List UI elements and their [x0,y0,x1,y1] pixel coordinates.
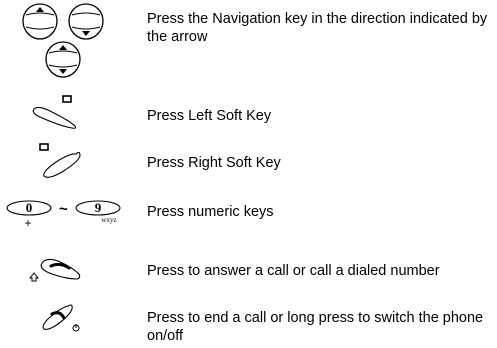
key-0-sub: + [24,216,31,230]
legend-text-end-key: Press to end a call or long press to swi… [147,310,484,344]
key-9-icon: 9 wxyz [75,200,121,224]
legend-text-send-key: Press to answer a call or call a dialed … [147,263,440,279]
legend-row-numeric-keys: 0 + ~ 9 wxyz Press numeric keys [0,196,497,236]
legend-row-left-soft-key: Press Left Soft Key [0,95,497,135]
key-9-sub: wxyz [101,216,116,224]
legend-row-navigation: Press the Navigation key in the directio… [0,0,497,80]
key-9-digit: 9 [95,200,102,215]
legend-row-send-key: Press to answer a call or call a dialed … [0,251,497,291]
legend-text-right-soft-key: Press Right Soft Key [147,155,281,171]
navigation-up-down-key-icon [45,41,81,78]
legend-text-left-soft-key: Press Left Soft Key [147,108,272,124]
navigation-up-key-icon [22,3,58,40]
navigation-down-key-icon [68,3,104,40]
legend-text-navigation: Press the Navigation key in the directio… [147,11,488,45]
key-legend: Press the Navigation key in the directio… [0,0,497,348]
key-0-icon: 0 + [6,200,52,230]
key-0-digit: 0 [26,200,33,215]
key-range-separator: ~ [59,201,68,218]
legend-text-numeric-keys: Press numeric keys [147,204,274,220]
legend-row-end-key: Press to end a call or long press to swi… [0,300,497,348]
legend-row-right-soft-key: Press Right Soft Key [0,142,497,182]
